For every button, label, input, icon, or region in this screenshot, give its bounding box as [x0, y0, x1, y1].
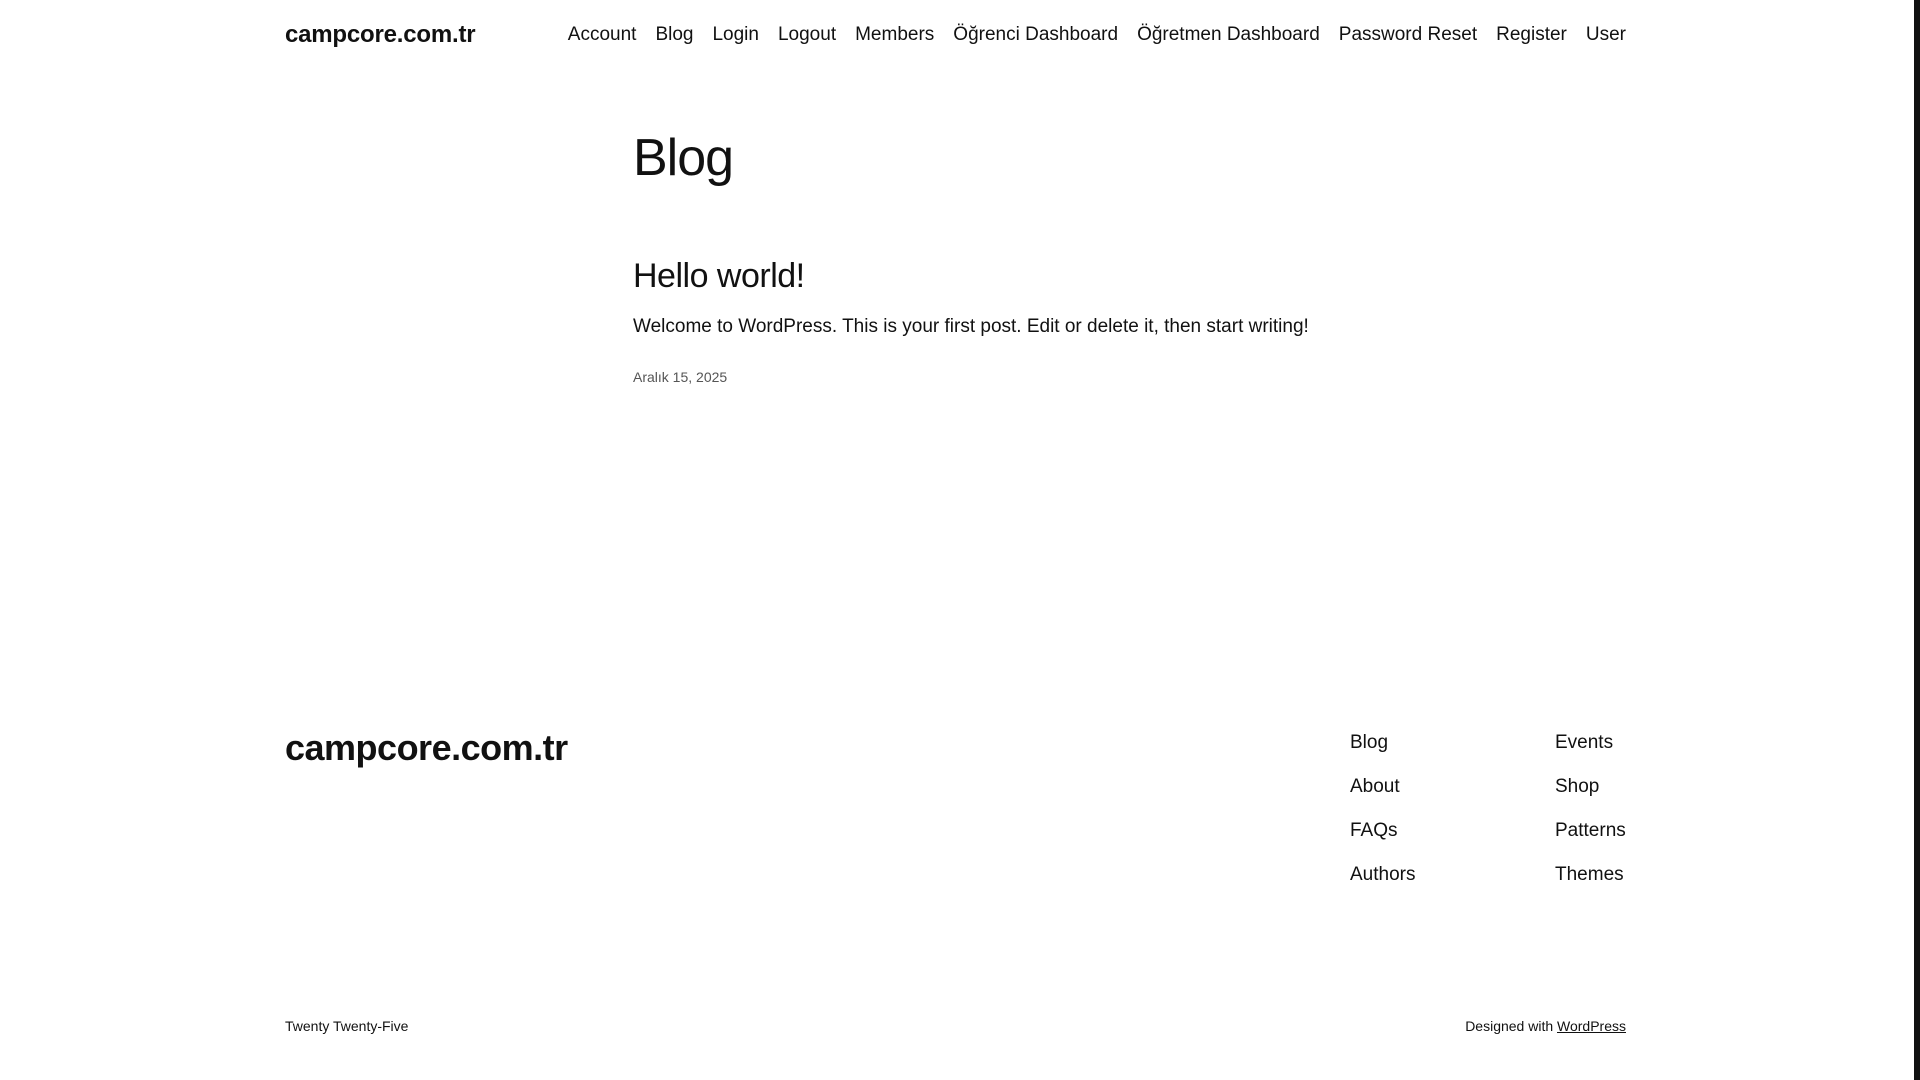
nav-item-account[interactable]: Account [568, 24, 637, 46]
nav-item-user[interactable]: User [1586, 24, 1626, 46]
footer-link-authors[interactable]: Authors [1350, 862, 1415, 888]
footer-link-blog[interactable]: Blog [1350, 730, 1415, 756]
nav-item-blog[interactable]: Blog [655, 24, 693, 46]
footer-link-themes[interactable]: Themes [1555, 862, 1626, 888]
footer-link-patterns[interactable]: Patterns [1555, 818, 1626, 844]
post-date: Aralık 15, 2025 [633, 368, 728, 385]
footer-nav-column-2: Events Shop Patterns Themes [1555, 730, 1626, 888]
page-scrollbar[interactable] [1914, 0, 1920, 1080]
post-excerpt: Welcome to WordPress. This is your first… [633, 316, 1309, 338]
footer-nav-column-1: Blog About FAQs Authors [1350, 730, 1415, 888]
post-title: Hello world! [633, 257, 1333, 296]
post-item: Hello world! Welcome to WordPress. This … [633, 257, 1333, 385]
main-content: Blog Hello world! Welcome to WordPress. … [633, 129, 1333, 385]
nav-item-register[interactable]: Register [1496, 24, 1567, 46]
nav-item-ogretmen-dashboard[interactable]: Öğretmen Dashboard [1137, 24, 1320, 46]
footer-link-faqs[interactable]: FAQs [1350, 818, 1415, 844]
footer-bottom: Twenty Twenty-Five Designed with WordPre… [285, 1018, 1626, 1034]
footer-credit: Designed with WordPress [1465, 1018, 1626, 1034]
nav-item-ogrenci-dashboard[interactable]: Öğrenci Dashboard [953, 24, 1118, 46]
nav-item-logout[interactable]: Logout [778, 24, 836, 46]
footer-site-title-link[interactable]: campcore.com.tr [285, 727, 568, 769]
site-header: campcore.com.tr Account Blog Login Logou… [285, 0, 1626, 70]
page-title: Blog [633, 129, 734, 187]
footer-link-events[interactable]: Events [1555, 730, 1626, 756]
nav-item-login[interactable]: Login [712, 24, 759, 46]
nav-item-password-reset[interactable]: Password Reset [1339, 24, 1477, 46]
wordpress-credit-link[interactable]: WordPress [1557, 1018, 1626, 1034]
footer-theme-name: Twenty Twenty-Five [285, 1018, 409, 1034]
post-title-link[interactable]: Hello world! [633, 257, 805, 295]
main-nav: Account Blog Login Logout Members Öğrenc… [568, 24, 1626, 46]
site-title-link[interactable]: campcore.com.tr [285, 21, 476, 49]
nav-item-members[interactable]: Members [855, 24, 934, 46]
page: campcore.com.tr Account Blog Login Logou… [0, 0, 1920, 1080]
footer-link-shop[interactable]: Shop [1555, 774, 1626, 800]
footer-link-about[interactable]: About [1350, 774, 1415, 800]
footer-credit-prefix: Designed with [1465, 1018, 1558, 1034]
